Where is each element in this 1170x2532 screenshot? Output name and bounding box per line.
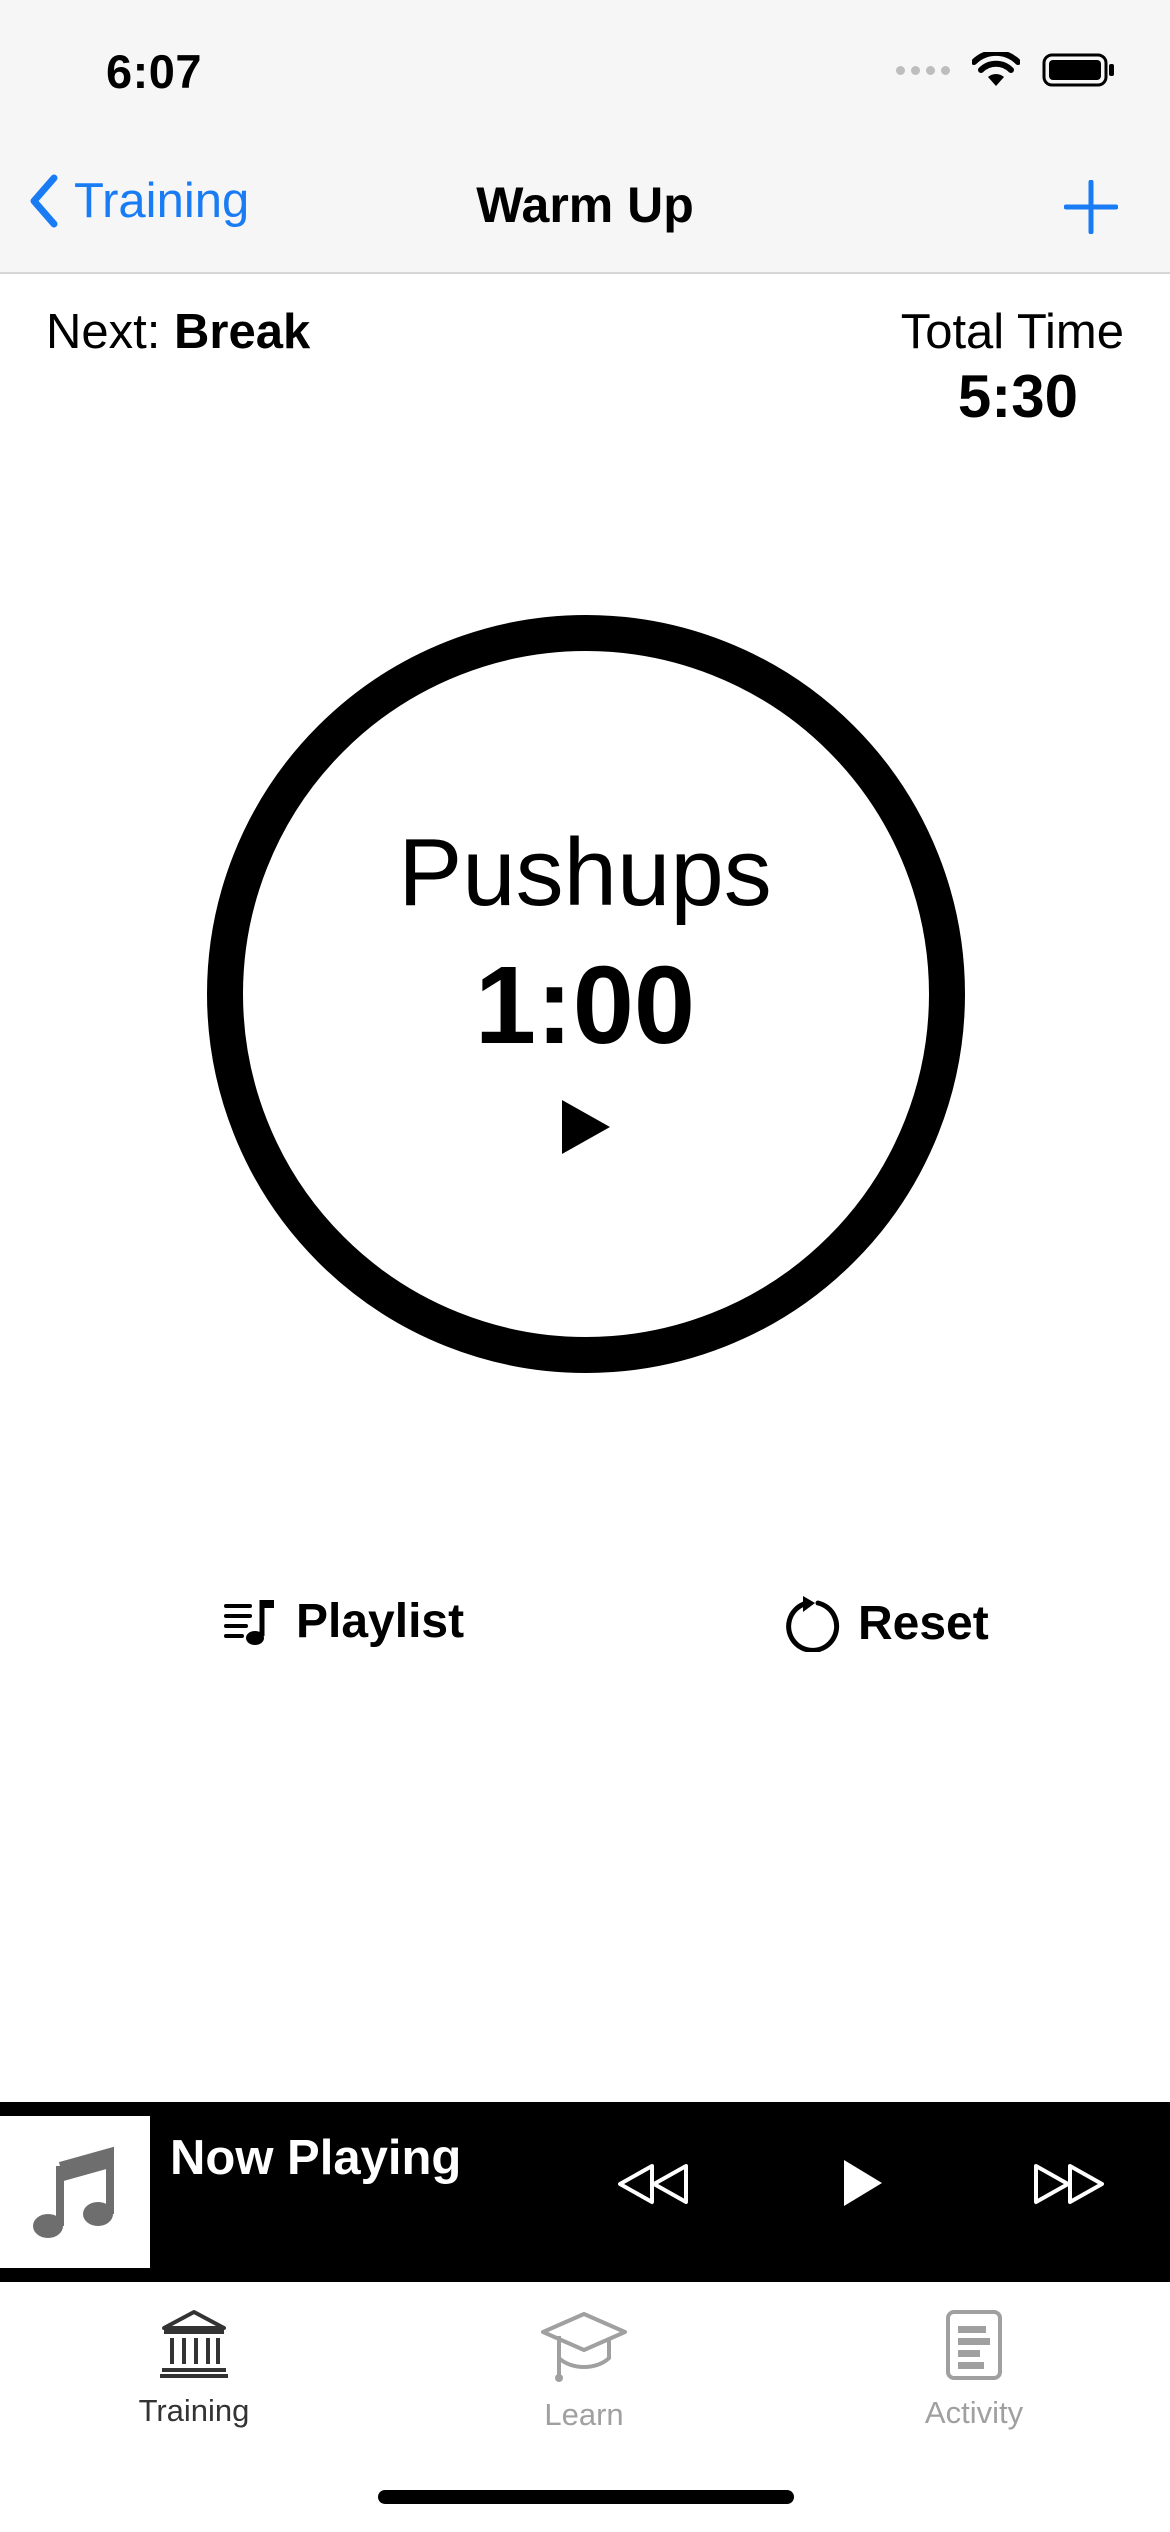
play-icon — [562, 1100, 610, 1154]
graduation-cap-icon — [541, 2312, 627, 2382]
timer-play-button[interactable] — [560, 1098, 612, 1161]
playlist-label: Playlist — [296, 1595, 465, 1648]
document-icon — [946, 2310, 1002, 2380]
total-time-value: 5:30 — [957, 363, 1078, 430]
exercise-timer: 1:00 — [474, 944, 696, 1067]
tab-label: Training — [138, 2393, 250, 2428]
tab-training[interactable]: Training — [94, 2308, 294, 2429]
now-playing-title: Now Playing — [170, 2131, 462, 2185]
playlist-button[interactable]: Playlist — [224, 1594, 464, 1649]
next-prefix: Next: — [46, 305, 174, 359]
next-value: Break — [173, 305, 311, 359]
tab-learn[interactable]: Learn — [484, 2308, 684, 2433]
tab-label: Activity — [924, 2395, 1024, 2430]
bank-icon — [160, 2310, 228, 2378]
add-button[interactable] — [1063, 179, 1119, 239]
plus-icon — [1063, 179, 1119, 235]
reset-icon — [786, 1596, 840, 1652]
reset-label: Reset — [858, 1596, 989, 1650]
play-icon — [844, 2160, 882, 2206]
next-up: Next: Break — [46, 304, 310, 360]
status-time: 6:07 — [106, 45, 203, 98]
play-button[interactable] — [842, 2158, 884, 2213]
status-icons — [896, 52, 1116, 88]
reset-button[interactable]: Reset — [784, 1594, 989, 1652]
screen: 6:07 Training Warm Up Next: Break Total … — [0, 0, 1170, 2532]
rewind-icon — [618, 2164, 688, 2204]
home-indicator[interactable] — [378, 2490, 794, 2504]
tab-activity[interactable]: Activity — [874, 2308, 1074, 2431]
fast-forward-button[interactable] — [1032, 2162, 1106, 2211]
now-playing-bar[interactable]: Now Playing — [0, 2102, 1170, 2282]
fast-forward-icon — [1034, 2164, 1104, 2204]
exercise-name: Pushups — [398, 819, 772, 926]
tab-label: Learn — [544, 2397, 624, 2432]
music-list-icon — [224, 1599, 274, 1645]
wifi-icon — [972, 52, 1020, 86]
total-time-label: Total Time — [900, 305, 1124, 359]
rewind-button[interactable] — [616, 2162, 690, 2211]
page-title: Warm Up — [476, 177, 694, 233]
cellular-signal-icon — [896, 65, 950, 75]
music-note-icon — [33, 2146, 114, 2238]
header-area: 6:07 Training Warm Up — [0, 0, 1170, 274]
album-art — [0, 2116, 150, 2268]
battery-icon — [1042, 53, 1114, 87]
